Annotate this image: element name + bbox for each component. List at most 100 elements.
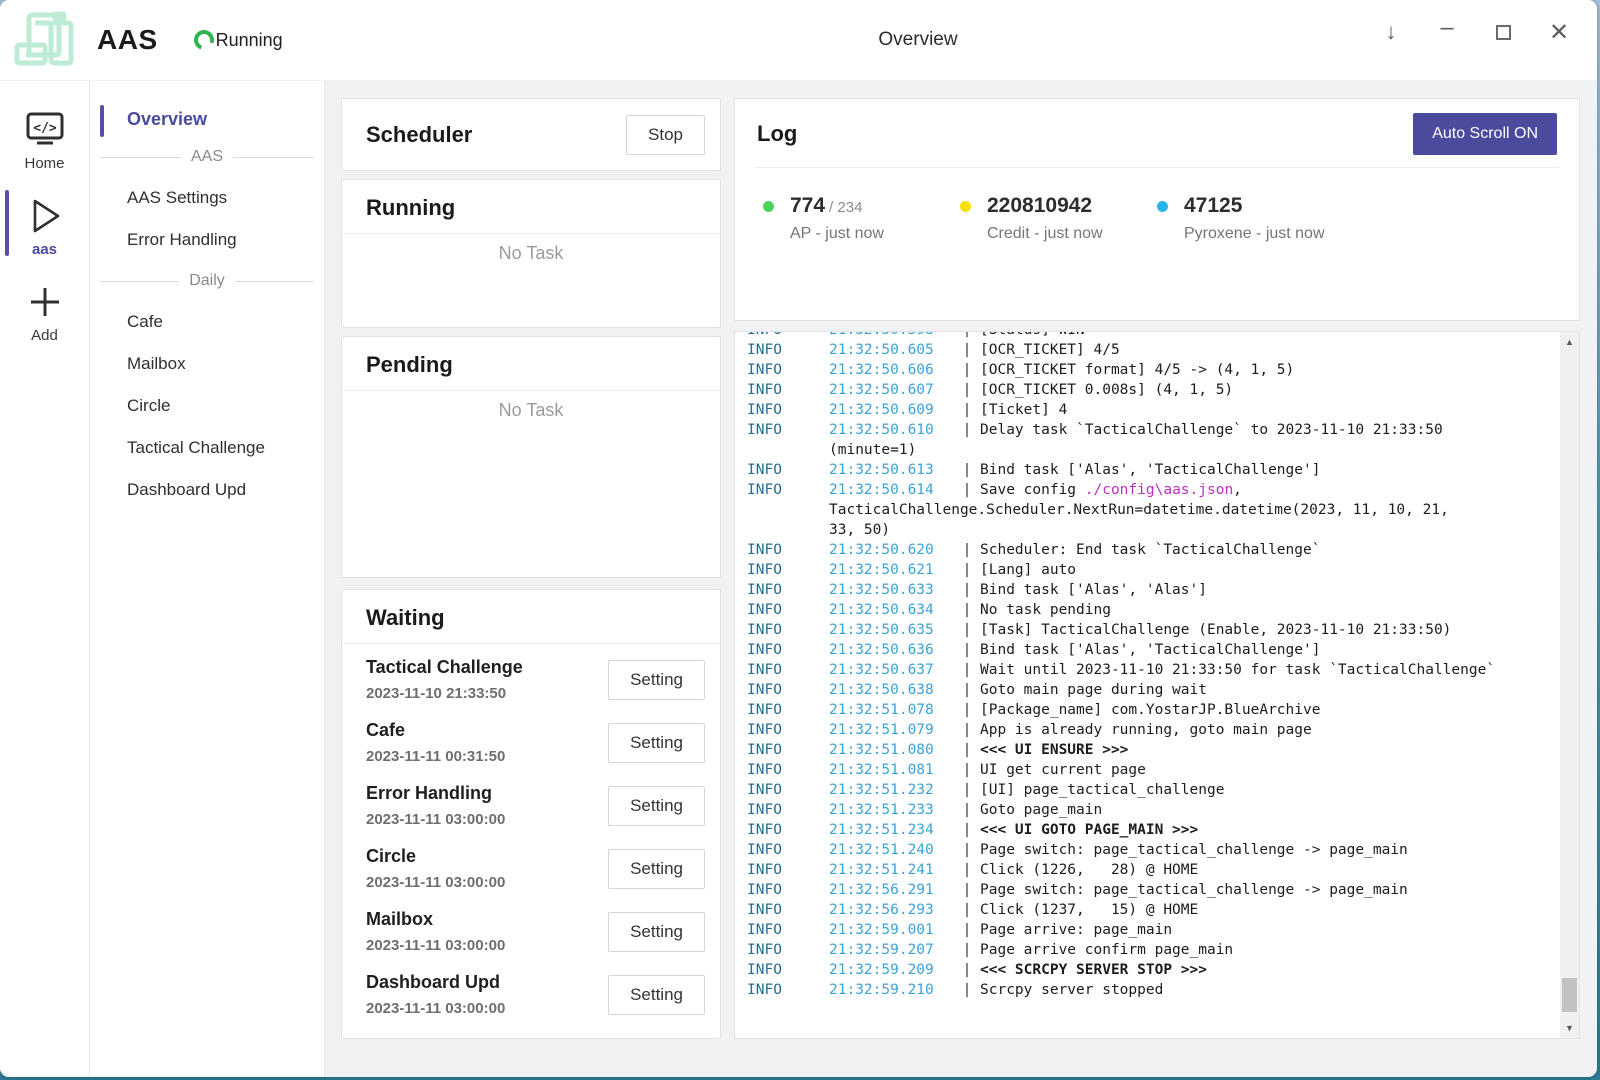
- log-time: 21:32:59.001: [829, 920, 954, 940]
- log-message: Page switch: page_tactical_challenge -> …: [980, 880, 1539, 900]
- nav-item-mailbox[interactable]: Mailbox: [90, 344, 324, 384]
- log-message: Goto main page during wait: [980, 680, 1539, 700]
- log-time: 21:32:50.637: [829, 660, 954, 680]
- nav-item-circle[interactable]: Circle: [90, 386, 324, 426]
- log-time: 21:32:51.079: [829, 720, 954, 740]
- waiting-task-row: Error Handling2023-11-11 03:00:00 Setting: [366, 774, 705, 837]
- pending-title: Pending: [366, 352, 453, 378]
- rail-item-home[interactable]: </> Home: [0, 102, 89, 182]
- log-text: Goto page_main: [980, 802, 1102, 818]
- stat-item: 220810942Credit - just now: [960, 194, 1157, 243]
- waiting-task-info: Tactical Challenge2023-11-10 21:33:50: [366, 657, 523, 702]
- console-scrollbar[interactable]: ▲ ▼: [1560, 332, 1579, 1038]
- log-text: Delay task `TacticalChallenge` to 2023-1…: [980, 422, 1443, 438]
- stat-caption: Credit - just now: [987, 225, 1103, 243]
- log-line: INFO21:32:50.605|[OCR_TICKET] 4/5: [747, 340, 1539, 360]
- log-separator: |: [954, 700, 980, 720]
- nav-item-error-handling[interactable]: Error Handling: [90, 220, 324, 260]
- log-level: INFO: [747, 860, 829, 880]
- log-level: INFO: [747, 640, 829, 660]
- rail-item-aas[interactable]: aas: [0, 188, 89, 268]
- log-level: INFO: [747, 560, 829, 580]
- log-level: INFO: [747, 840, 829, 860]
- maximize-icon[interactable]: [1483, 12, 1523, 52]
- log-line: INFO21:32:51.079|App is already running,…: [747, 720, 1539, 740]
- log-text: Scrcpy server stopped: [980, 982, 1163, 998]
- log-level: INFO: [747, 760, 829, 780]
- log-text: Save config: [980, 482, 1085, 498]
- nav-item-overview[interactable]: Overview: [90, 103, 324, 136]
- stat-item: 47125Pyroxene - just now: [1157, 194, 1354, 243]
- log-text: [Status] WIN: [980, 331, 1085, 338]
- close-icon[interactable]: ✕: [1539, 12, 1579, 52]
- waiting-task-info: Circle2023-11-11 03:00:00: [366, 846, 505, 891]
- nav-item-aas-settings[interactable]: AAS Settings: [90, 178, 324, 218]
- log-line: INFO21:32:51.240|Page switch: page_tacti…: [747, 840, 1539, 860]
- log-separator: |: [954, 540, 980, 560]
- log-message: Delay task `TacticalChallenge` to 2023-1…: [980, 420, 1539, 440]
- auto-scroll-button[interactable]: Auto Scroll ON: [1413, 113, 1557, 155]
- setting-button-circle[interactable]: Setting: [608, 849, 705, 889]
- rail-item-add[interactable]: Add: [0, 274, 89, 354]
- log-message: [Ticket] 4: [980, 400, 1539, 420]
- log-text: [OCR_TICKET format] 4/5 -> (4, 1, 5): [980, 362, 1294, 378]
- scheduler-card: Scheduler Stop: [341, 98, 721, 171]
- log-line: INFO21:32:51.234|<<< UI GOTO PAGE_MAIN >…: [747, 820, 1539, 840]
- log-text: Page arrive confirm page_main: [980, 942, 1233, 958]
- log-separator: |: [954, 920, 980, 940]
- scroll-down-icon[interactable]: ▼: [1560, 1020, 1579, 1036]
- code-monitor-icon: </>: [24, 108, 66, 152]
- log-time: 21:32:51.081: [829, 760, 954, 780]
- scrollbar-thumb[interactable]: [1562, 978, 1577, 1012]
- log-time: 21:32:50.606: [829, 360, 954, 380]
- waiting-title: Waiting: [366, 605, 445, 631]
- log-message: [UI] page_tactical_challenge: [980, 780, 1539, 800]
- log-level: INFO: [747, 960, 829, 980]
- setting-button-tactical-challenge[interactable]: Setting: [608, 660, 705, 700]
- waiting-task-next-run: 2023-11-11 03:00:00: [366, 874, 505, 891]
- log-line: INFO21:32:50.633|Bind task ['Alas', 'Ala…: [747, 580, 1539, 600]
- log-line: INFO21:32:50.634|No task pending: [747, 600, 1539, 620]
- log-line: (minute=1): [747, 440, 1539, 460]
- log-separator: |: [954, 720, 980, 740]
- nav-item-dashboard-upd[interactable]: Dashboard Upd: [90, 470, 324, 510]
- nav-item-cafe[interactable]: Cafe: [90, 302, 324, 342]
- log-message: UI get current page: [980, 760, 1539, 780]
- log-separator: |: [954, 800, 980, 820]
- log-separator: |: [954, 740, 980, 760]
- log-message: Save config ./config\aas.json,: [980, 480, 1539, 500]
- log-message: Click (1226, 28) @ HOME: [980, 860, 1539, 880]
- log-level: INFO: [747, 540, 829, 560]
- minimize-icon[interactable]: –: [1427, 12, 1467, 52]
- download-icon[interactable]: ↓: [1371, 12, 1411, 52]
- waiting-task-next-run: 2023-11-11 03:00:00: [366, 937, 505, 954]
- log-level: INFO: [747, 460, 829, 480]
- rail-label-home: Home: [24, 155, 64, 172]
- log-level: INFO: [747, 360, 829, 380]
- waiting-task-next-run: 2023-11-11 00:31:50: [366, 748, 505, 765]
- log-line: TacticalChallenge.Scheduler.NextRun=date…: [747, 500, 1539, 520]
- log-time: 21:32:56.293: [829, 900, 954, 920]
- log-time: 21:32:51.078: [829, 700, 954, 720]
- setting-button-cafe[interactable]: Setting: [608, 723, 705, 763]
- setting-button-mailbox[interactable]: Setting: [608, 912, 705, 952]
- log-line: INFO21:32:50.609|[Ticket] 4: [747, 400, 1539, 420]
- play-icon: [25, 194, 65, 238]
- scroll-up-icon[interactable]: ▲: [1560, 334, 1579, 350]
- log-separator: |: [954, 940, 980, 960]
- setting-button-error-handling[interactable]: Setting: [608, 786, 705, 826]
- log-line: INFO21:32:50.614|Save config ./config\aa…: [747, 480, 1539, 500]
- log-line: INFO21:32:50.598|[Status] WIN: [747, 331, 1539, 340]
- setting-button-dashboard-upd[interactable]: Setting: [608, 975, 705, 1015]
- titlebar: AAS Running Overview ↓ – ✕: [0, 0, 1597, 80]
- log-time: 21:32:50.634: [829, 600, 954, 620]
- log-message: Scrcpy server stopped: [980, 980, 1539, 1000]
- stop-button[interactable]: Stop: [626, 115, 705, 155]
- log-line: INFO21:32:50.635|[Task] TacticalChalleng…: [747, 620, 1539, 640]
- log-text: App is already running, goto main page: [980, 722, 1312, 738]
- waiting-task-info: Error Handling2023-11-11 03:00:00: [366, 783, 505, 828]
- nav-groups: AASAAS SettingsError HandlingDailyCafeMa…: [90, 148, 324, 510]
- stat-suffix: / 234: [829, 199, 862, 216]
- log-separator: |: [954, 780, 980, 800]
- nav-item-tactical-challenge[interactable]: Tactical Challenge: [90, 428, 324, 468]
